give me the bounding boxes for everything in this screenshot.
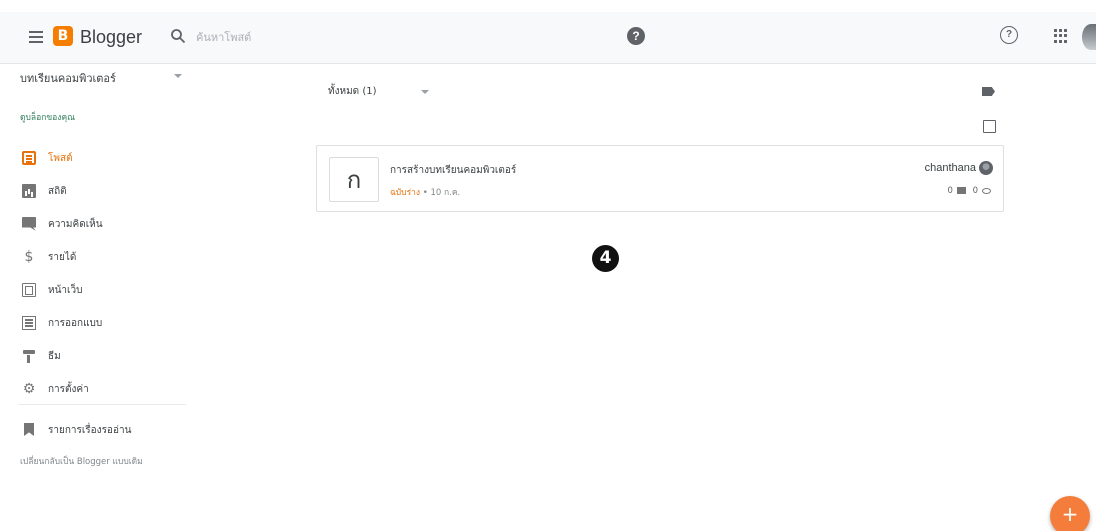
sidebar-item-theme[interactable]: ธีม [0,340,190,373]
sidebar-item-reading-list[interactable]: รายการเรื่องรออ่าน [0,416,190,446]
sidebar-item-posts[interactable]: โพสต์ [0,142,190,175]
apps-grid-icon[interactable] [1054,29,1068,43]
blogger-logo-icon[interactable]: B [53,26,73,46]
sidebar: บทเรียนคอมพิวเตอร์ ดูบล็อกของคุณ โพสต์ ส… [0,64,190,531]
sidebar-item-label: การออกแบบ [48,318,103,329]
sidebar-item-label: การตั้งค่า [48,384,89,395]
comment-icon [956,187,966,194]
app-name[interactable]: Blogger [80,26,142,48]
post-list-item[interactable]: ก การสร้างบทเรียนคอมพิวเตอร์ ฉบับร่าง • … [316,145,1004,212]
post-date: • 10 ก.ค. [422,188,461,198]
account-avatar[interactable] [1082,24,1096,50]
sidebar-item-label: รายการเรื่องรออ่าน [48,425,132,436]
comments-icon [22,217,36,231]
sidebar-item-label: โพสต์ [48,153,73,164]
sidebar-item-stats[interactable]: สถิติ [0,175,190,208]
post-author: chanthana [925,161,993,175]
sidebar-item-settings[interactable]: ⚙ การตั้งค่า [0,373,190,406]
search-help-icon[interactable]: ? [627,27,645,45]
eye-icon [982,187,991,194]
sidebar-item-label: ความคิดเห็น [48,219,103,230]
sidebar-item-earnings[interactable]: $ รายได้ [0,241,190,274]
menu-icon[interactable] [26,28,46,48]
chevron-down-icon[interactable] [174,74,182,78]
label-icon[interactable] [982,87,995,96]
pages-icon [22,283,36,297]
chevron-down-icon[interactable] [421,90,429,94]
app-header: B Blogger ? ? [0,12,1096,64]
blog-selector[interactable]: บทเรียนคอมพิวเตอร์ [20,69,116,87]
new-post-button[interactable]: + [1050,496,1090,531]
post-filter-dropdown[interactable]: ทั้งหมด (1) [328,84,377,99]
search-icon[interactable] [170,28,186,44]
posts-icon [22,151,36,165]
post-status: ฉบับร่าง [390,188,421,198]
sidebar-item-label: สถิติ [48,186,67,197]
sidebar-item-label: ธีม [48,351,61,362]
view-blog-link[interactable]: ดูบล็อกของคุณ [20,110,75,124]
post-thumbnail: ก [329,157,379,202]
sidebar-item-label: หน้าเว็บ [48,285,83,296]
post-meta: ฉบับร่าง • 10 ก.ค. [390,185,460,199]
post-title[interactable]: การสร้างบทเรียนคอมพิวเตอร์ [390,163,516,178]
bookmark-icon [24,423,34,436]
sidebar-item-comments[interactable]: ความคิดเห็น [0,208,190,241]
sidebar-item-pages[interactable]: หน้าเว็บ [0,274,190,307]
sidebar-nav: โพสต์ สถิติ ความคิดเห็น $ รายได้ หน้าเว็… [0,142,190,406]
help-icon[interactable]: ? [1000,26,1018,44]
layout-icon [22,316,36,330]
view-count: 0 [972,186,978,196]
comment-count: 0 [947,186,953,196]
sidebar-item-label: รายได้ [48,252,77,263]
stats-icon [22,184,36,198]
search-input[interactable] [196,26,396,48]
author-name: chanthana [924,161,976,174]
sidebar-divider [18,404,186,405]
legacy-blogger-link[interactable]: เปลี่ยนกลับเป็น Blogger แบบเดิม [20,454,143,468]
post-stats: 0 0 [947,186,991,196]
sidebar-item-layout[interactable]: การออกแบบ [0,307,190,340]
select-all-checkbox[interactable] [983,120,996,133]
earnings-icon: $ [24,249,34,265]
step-number-badge: 4 [592,245,619,272]
author-avatar [979,161,993,175]
theme-icon [22,349,36,363]
settings-icon: ⚙ [22,381,36,397]
